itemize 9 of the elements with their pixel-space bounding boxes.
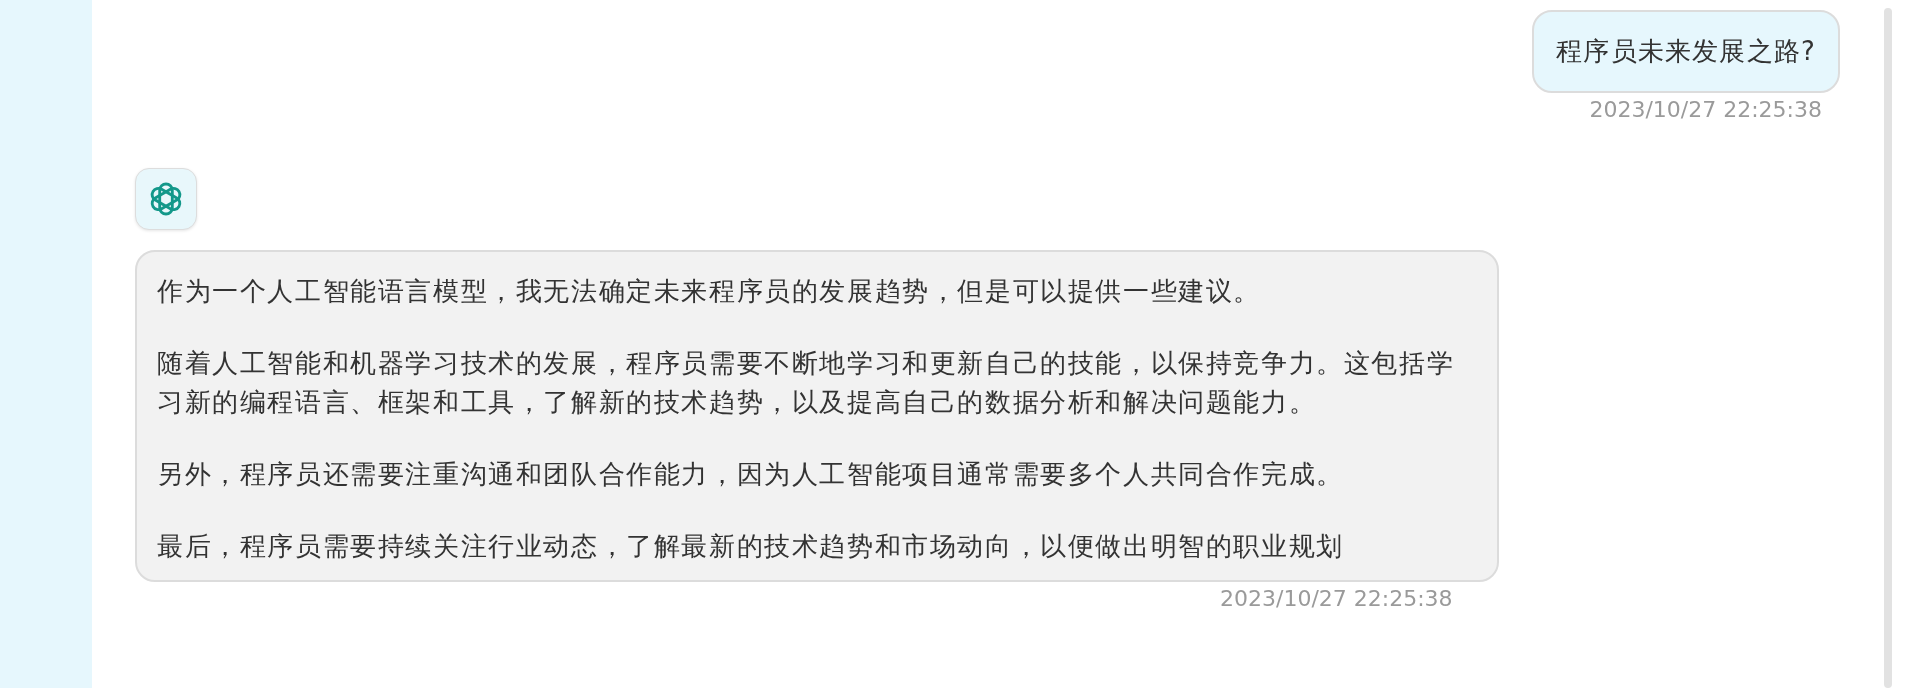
knot-icon: [148, 181, 184, 217]
timestamp: 2023/10/27 22:25:38: [1220, 586, 1453, 611]
message-paragraph: 随着人工智能和机器学习技术的发展，程序员需要不断地学习和更新自己的技能，以保持竞争力。这包括学习新的编程语言、框架和工具，了解新的技术趋势，以及提高自己的数据分析和解决问题能力。: [157, 347, 1456, 419]
scrollbar-thumb[interactable]: [1884, 8, 1892, 688]
message-paragraph: 作为一个人工智能语言模型，我无法确定未来程序员的发展趋势，但是可以提供一些建议。: [157, 275, 1262, 308]
message-paragraph: 另外，程序员还需要注重沟通和团队合作能力，因为人工智能项目通常需要多个人共同合作完成。: [157, 458, 1345, 491]
timestamp: 2023/10/27 22:25:38: [1589, 97, 1822, 122]
message-text: 程序员未来发展之路?: [1556, 35, 1816, 68]
message-paragraph: 最后，程序员需要持续关注行业动态，了解最新的技术趋势和市场动向，以便做出明智的职业规划: [157, 530, 1345, 563]
